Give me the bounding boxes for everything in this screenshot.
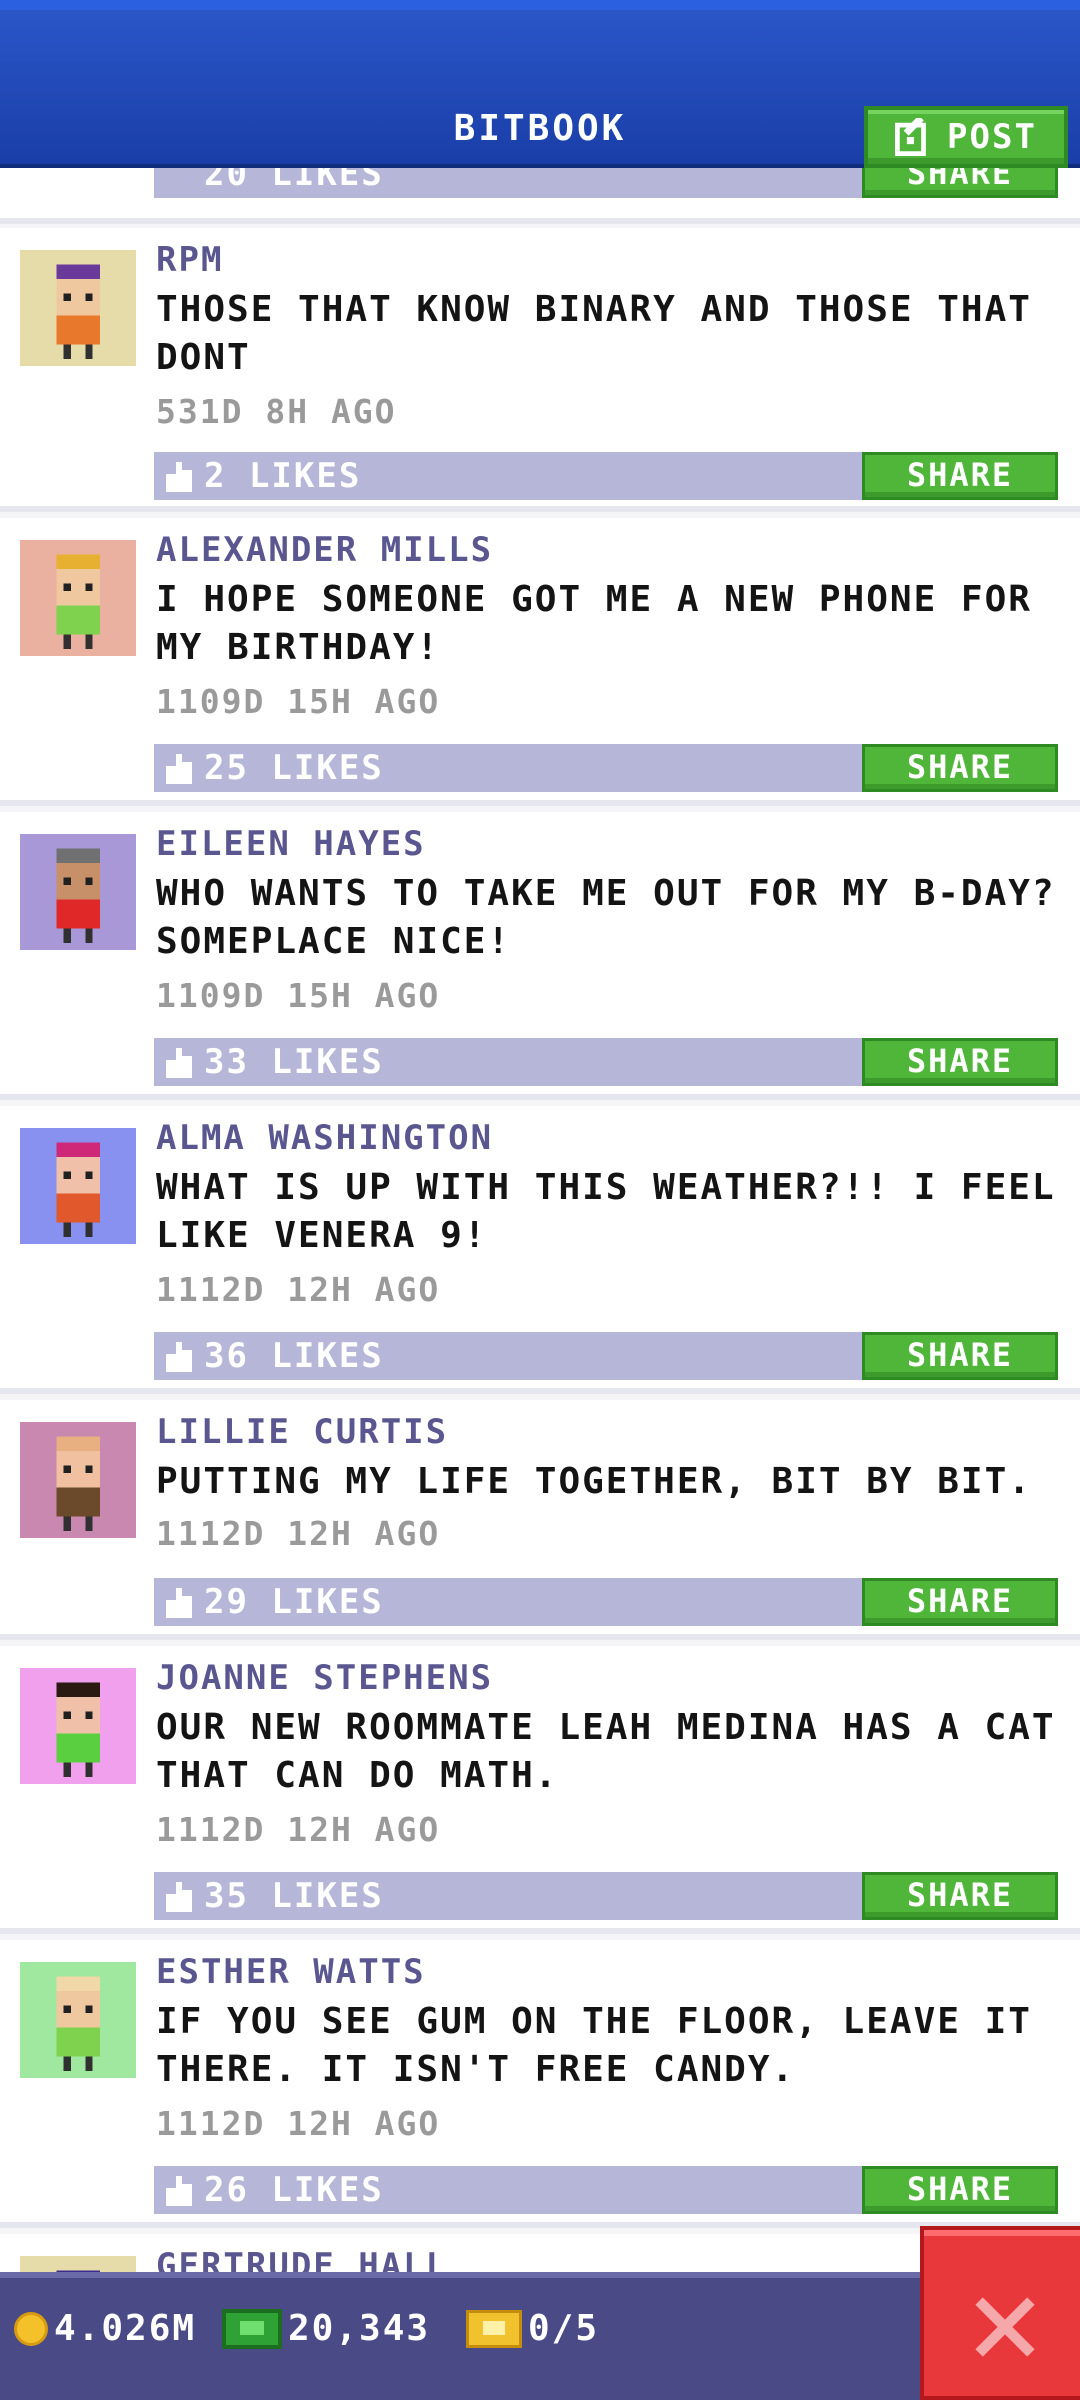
thumbs-up-icon[interactable]	[166, 1342, 192, 1372]
share-button[interactable]: SHARE	[862, 1038, 1058, 1086]
share-button[interactable]: SHARE	[862, 1872, 1058, 1920]
coins-value: 4.026M	[54, 2308, 197, 2349]
likes-count: 35 LIKES	[204, 1876, 384, 1916]
coin-icon	[14, 2311, 48, 2346]
avatar[interactable]	[20, 1962, 136, 2078]
likes-count: 36 LIKES	[204, 1336, 384, 1376]
share-button[interactable]: SHARE	[862, 1332, 1058, 1380]
post-timestamp: 1112D 12H AGO	[156, 2104, 441, 2143]
ticket-icon	[466, 2309, 522, 2348]
person-icon	[56, 848, 100, 943]
post-message: I HOPE SOMEONE GOT ME A NEW PHONE FOR MY…	[156, 579, 1032, 668]
person-icon	[56, 1682, 100, 1777]
avatar[interactable]	[20, 1422, 136, 1538]
close-icon	[975, 2297, 1035, 2357]
post-message: OUR NEW ROOMMATE LEAH MEDINA HAS A CAT T…	[156, 1707, 1056, 1796]
post-button[interactable]: POST	[864, 106, 1068, 168]
post-item: EILEEN HAYES WHO WANTS TO TAKE ME OUT FO…	[0, 812, 1080, 1100]
person-icon	[56, 1142, 100, 1237]
person-icon	[56, 1976, 100, 2071]
thumbs-up-icon[interactable]	[166, 754, 192, 784]
status-bar: 4.026M 20,343 0/5	[0, 2272, 1080, 2400]
likes-count: 20 LIKES	[204, 168, 384, 194]
post-item: ESTHER WATTS IF YOU SEE GUM ON THE FLOOR…	[0, 1940, 1080, 2228]
person-icon	[56, 554, 100, 649]
likes-count: 2 LIKES	[204, 456, 362, 496]
share-button[interactable]: SHARE	[862, 452, 1058, 500]
avatar[interactable]	[20, 250, 136, 366]
post-item: LILLIE CURTIS PUTTING MY LIFE TOGETHER, …	[0, 1400, 1080, 1640]
share-button[interactable]: SHARE	[862, 744, 1058, 792]
avatar[interactable]	[20, 1668, 136, 1784]
thumbs-up-icon[interactable]	[166, 462, 192, 492]
avatar[interactable]	[20, 540, 136, 656]
post-timestamp: 531D 8H AGO	[156, 392, 397, 431]
post-message: THOSE THAT KNOW BINARY AND THOSE THAT DO…	[156, 289, 1032, 378]
thumbs-up-icon[interactable]	[166, 1048, 192, 1078]
thumbs-up-icon[interactable]	[166, 1882, 192, 1912]
likes-count: 33 LIKES	[204, 1042, 384, 1082]
post-timestamp: 1112D 12H AGO	[156, 1270, 441, 1309]
bux-value: 20,343	[288, 2308, 431, 2349]
likes-bar: 2 LIKES SHARE	[154, 452, 1058, 500]
likes-bar: 26 LIKES SHARE	[154, 2166, 1058, 2214]
likes-bar: 20 LIKES SHARE	[154, 168, 1058, 198]
post-item: JOANNE STEPHENS OUR NEW ROOMMATE LEAH ME…	[0, 1646, 1080, 1934]
feed-list[interactable]: 20 LIKES SHARE RPM THOSE THAT KNOW BINAR…	[0, 168, 1080, 2272]
likes-bar: 33 LIKES SHARE	[154, 1038, 1058, 1086]
thumbs-up-icon[interactable]	[166, 1588, 192, 1618]
tickets-value: 0/5	[528, 2308, 600, 2349]
person-icon	[56, 264, 100, 359]
post-timestamp: 1112D 12H AGO	[156, 1514, 441, 1553]
post-author[interactable]: ALMA WASHINGTON	[156, 1118, 493, 1158]
post-author[interactable]: RPM	[156, 240, 223, 280]
likes-count: 29 LIKES	[204, 1582, 384, 1622]
likes-bar: 36 LIKES SHARE	[154, 1332, 1058, 1380]
post-timestamp: 1112D 12H AGO	[156, 1810, 441, 1849]
post-author[interactable]: GERTRUDE HALL	[156, 2246, 448, 2272]
post-author[interactable]: LILLIE CURTIS	[156, 1412, 448, 1452]
post-author[interactable]: JOANNE STEPHENS	[156, 1658, 493, 1698]
share-button[interactable]: SHARE	[862, 1578, 1058, 1626]
close-button[interactable]	[920, 2226, 1080, 2400]
avatar[interactable]	[20, 1128, 136, 1244]
tickets-stat[interactable]: 0/5	[466, 2308, 599, 2349]
post-message: WHO WANTS TO TAKE ME OUT FOR MY B-DAY? S…	[156, 873, 1056, 962]
app-header: BITBOOK POST	[0, 0, 1080, 168]
post-author[interactable]: ESTHER WATTS	[156, 1952, 426, 1992]
post-timestamp: 1109D 15H AGO	[156, 976, 441, 1015]
person-icon	[56, 1436, 100, 1531]
coins-stat[interactable]: 4.026M	[14, 2308, 196, 2349]
post-item: GERTRUDE HALL	[0, 2234, 1080, 2272]
post-message: WHAT IS UP WITH THIS WEATHER?!! I FEEL L…	[156, 1167, 1056, 1256]
thumbs-up-icon[interactable]	[166, 2176, 192, 2206]
bux-stat[interactable]: 20,343	[222, 2308, 430, 2349]
post-timestamp: 1109D 15H AGO	[156, 682, 441, 721]
post-message: PUTTING MY LIFE TOGETHER, BIT BY BIT.	[156, 1461, 1032, 1502]
likes-count: 25 LIKES	[204, 748, 384, 788]
bux-icon	[222, 2308, 282, 2349]
likes-count: 26 LIKES	[204, 2170, 384, 2210]
likes-bar: 25 LIKES SHARE	[154, 744, 1058, 792]
share-button[interactable]: SHARE	[862, 168, 1058, 198]
avatar[interactable]	[20, 2256, 136, 2272]
edit-icon	[895, 118, 926, 156]
post-button-label: POST	[947, 117, 1037, 157]
post-message: IF YOU SEE GUM ON THE FLOOR, LEAVE IT TH…	[156, 2001, 1032, 2090]
post-item: ALMA WASHINGTON WHAT IS UP WITH THIS WEA…	[0, 1106, 1080, 1394]
post-item: ALEXANDER MILLS I HOPE SOMEONE GOT ME A …	[0, 518, 1080, 806]
share-button[interactable]: SHARE	[862, 2166, 1058, 2214]
likes-bar: 35 LIKES SHARE	[154, 1872, 1058, 1920]
post-author[interactable]: EILEEN HAYES	[156, 824, 426, 864]
post-author[interactable]: ALEXANDER MILLS	[156, 530, 493, 570]
post-item: RPM THOSE THAT KNOW BINARY AND THOSE THA…	[0, 228, 1080, 512]
likes-bar: 29 LIKES SHARE	[154, 1578, 1058, 1626]
list-item: 20 LIKES SHARE	[0, 168, 1080, 224]
person-icon	[56, 2270, 100, 2272]
avatar[interactable]	[20, 834, 136, 950]
